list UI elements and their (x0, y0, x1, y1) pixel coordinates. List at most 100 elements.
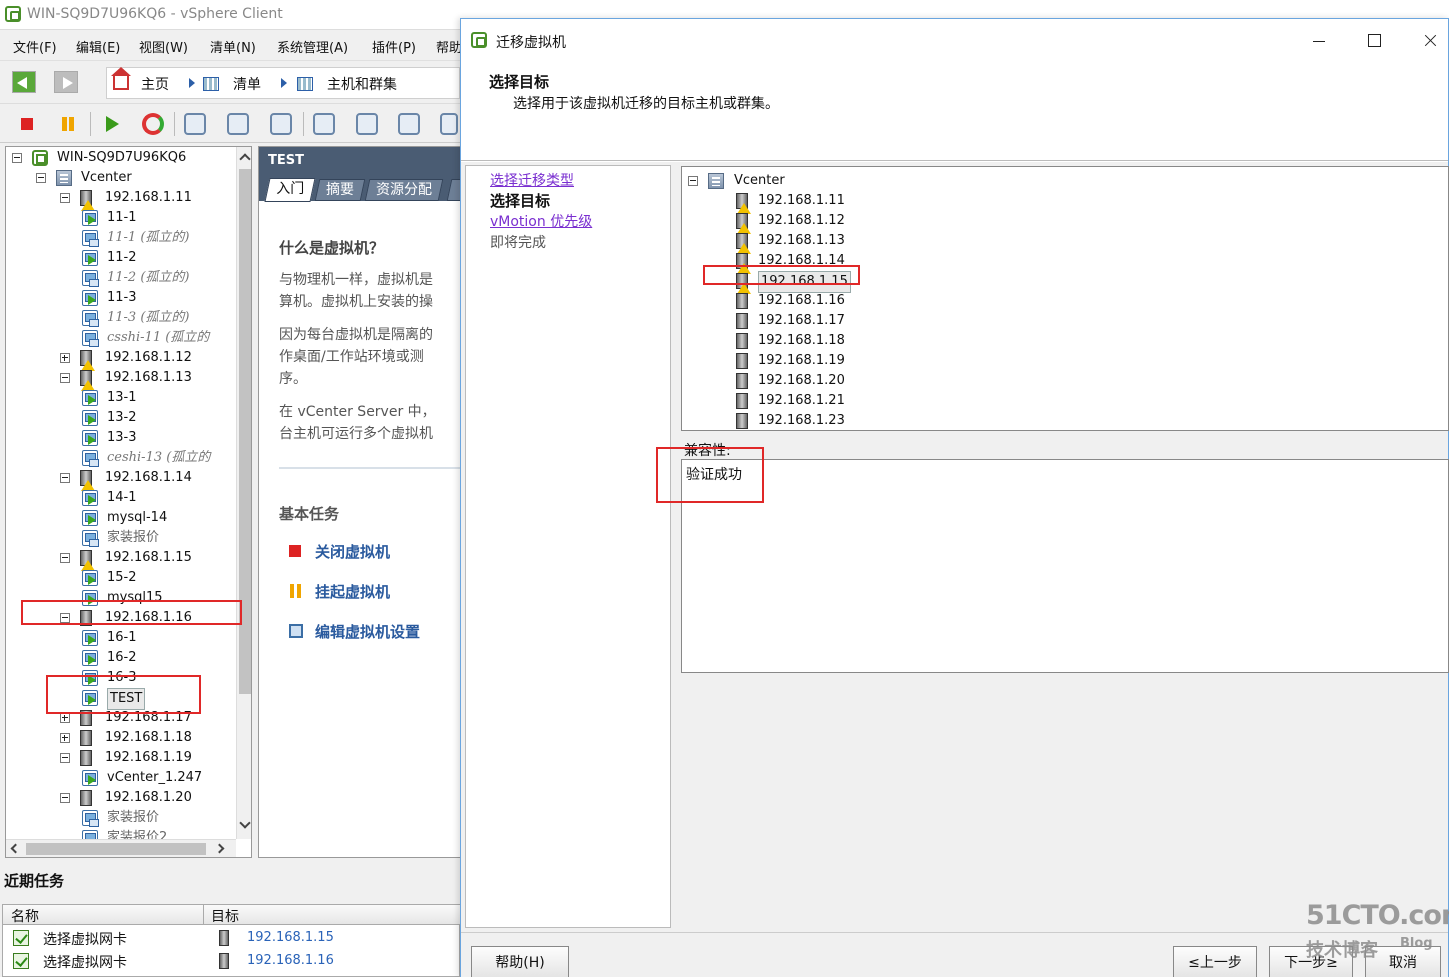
tree-node[interactable]: 家装报价 (6, 808, 234, 828)
more-icon[interactable] (440, 113, 458, 135)
tree-node-host[interactable]: 192.168.1.18 (682, 331, 1442, 351)
menu-edit[interactable]: 编辑(E) (76, 37, 120, 56)
expand-icon[interactable] (60, 733, 70, 743)
maximize-icon[interactable] (1351, 27, 1397, 55)
suspend-icon[interactable] (57, 113, 79, 135)
column-header-name[interactable]: 名称 (11, 906, 39, 926)
tree-node[interactable]: 16-2 (6, 648, 234, 668)
tree-node-host[interactable]: 192.168.1.23 (682, 411, 1442, 430)
column-header-target[interactable]: 目标 (211, 906, 239, 926)
tree-node[interactable]: 14-1 (6, 488, 234, 508)
tree-node[interactable]: 192.168.1.18 (6, 728, 234, 748)
tree-node[interactable]: 家装报价 (6, 528, 234, 548)
tab-summary[interactable]: 摘要 (314, 179, 366, 201)
tree-node[interactable]: Vcenter (6, 168, 234, 188)
close-icon[interactable] (1407, 27, 1449, 55)
tree-node[interactable]: 192.168.1.13 (6, 368, 234, 391)
table-row[interactable]: 选择虚拟网卡 192.168.1.16 (3, 950, 461, 972)
tree-node-datacenter[interactable]: Vcenter (682, 171, 1442, 191)
tree-node-host[interactable]: 192.168.1.13 (682, 231, 1442, 254)
menu-file[interactable]: 文件(F) (13, 37, 57, 56)
menu-administration[interactable]: 系统管理(A) (277, 37, 348, 56)
scroll-left-icon[interactable] (10, 843, 21, 854)
scroll-up-icon[interactable] (239, 153, 251, 165)
tree-vertical-scrollbar[interactable] (236, 147, 251, 839)
power-on-icon[interactable] (100, 113, 122, 135)
collapse-icon[interactable] (12, 153, 22, 163)
tree-node-host[interactable]: 192.168.1.12 (682, 211, 1442, 234)
tree-node-host[interactable]: 192.168.1.20 (682, 371, 1442, 391)
tree-node[interactable]: WIN-SQ9D7U96KQ6 (6, 148, 234, 168)
tree-node[interactable]: 11-2 (孤立的) (6, 268, 234, 288)
collapse-icon[interactable] (60, 473, 70, 483)
tree-node[interactable]: 13-1 (6, 388, 234, 408)
collapse-icon[interactable] (60, 753, 70, 763)
tree-node-host[interactable]: 192.168.1.19 (682, 351, 1442, 371)
tree-node[interactable]: 192.168.1.20 (6, 788, 234, 808)
tree-node[interactable]: 16-1 (6, 628, 234, 648)
tree-node-host[interactable]: 192.168.1.17 (682, 311, 1442, 331)
tree-node[interactable]: 192.168.1.15 (6, 548, 234, 571)
edit-settings-icon[interactable] (356, 113, 378, 135)
menu-view[interactable]: 视图(W) (139, 37, 188, 56)
menu-inventory[interactable]: 清单(N) (210, 37, 256, 56)
collapse-icon[interactable] (688, 176, 698, 186)
snapshot-manager-icon[interactable] (270, 113, 292, 135)
migrate-icon[interactable] (398, 113, 420, 135)
tab-resource-allocation[interactable]: 资源分配 (364, 179, 444, 201)
tree-node[interactable]: 192.168.1.11 (6, 188, 234, 211)
tree-node[interactable]: 11-3 (6, 288, 234, 308)
tree-node-host[interactable]: 192.168.1.21 (682, 391, 1442, 411)
tree-node[interactable]: 13-3 (6, 428, 234, 448)
snapshot-icon[interactable] (184, 113, 206, 135)
tree-node-host[interactable]: 192.168.1.11 (682, 191, 1442, 214)
tree-node[interactable]: 192.168.1.19 (6, 748, 234, 768)
step-vmotion-priority[interactable]: vMotion 优先级 (490, 211, 592, 231)
home-icon[interactable] (111, 67, 131, 90)
menu-plugins[interactable]: 插件(P) (372, 37, 416, 56)
tree-node[interactable]: csshi-11 (孤立的 (6, 328, 234, 348)
scroll-right-icon[interactable] (214, 843, 225, 854)
forward-arrow-icon[interactable] (54, 71, 78, 93)
tree-horizontal-scrollbar[interactable] (6, 839, 236, 857)
collapse-icon[interactable] (60, 553, 70, 563)
tree-node[interactable]: vCenter_1.247 (6, 768, 234, 788)
breadcrumb-inventory[interactable]: 清单 (233, 74, 261, 94)
expand-icon[interactable] (60, 353, 70, 363)
collapse-icon[interactable] (60, 193, 70, 203)
tree-node[interactable]: 13-2 (6, 408, 234, 428)
reset-icon[interactable] (142, 113, 164, 135)
collapse-icon[interactable] (60, 793, 70, 803)
tree-node[interactable]: mysql-14 (6, 508, 234, 528)
column-separator[interactable] (203, 905, 204, 925)
revert-snapshot-icon[interactable] (227, 113, 249, 135)
back-button[interactable]: ≤上一步 (1173, 946, 1257, 977)
tree-node[interactable]: ceshi-13 (孤立的 (6, 448, 234, 468)
breadcrumb-home[interactable]: 主页 (141, 74, 169, 94)
power-off-icon[interactable] (16, 113, 38, 135)
menu-help[interactable]: 帮助 (436, 37, 460, 56)
collapse-icon[interactable] (36, 173, 46, 183)
minimize-icon[interactable] (1296, 27, 1342, 55)
back-arrow-icon[interactable] (12, 71, 36, 93)
table-row[interactable]: 选择虚拟网卡 192.168.1.15 (3, 927, 461, 949)
console-icon[interactable] (313, 113, 335, 135)
help-button[interactable]: 帮助(H) (471, 946, 569, 977)
tab-getting-started[interactable]: 入门 (264, 178, 316, 202)
scroll-down-icon[interactable] (239, 817, 251, 829)
tree-node[interactable]: 192.168.1.14 (6, 468, 234, 491)
tree-node-host[interactable]: 192.168.1.16 (682, 291, 1442, 311)
tree-node[interactable]: 11-1 (孤立的) (6, 228, 234, 248)
expand-icon[interactable] (60, 713, 70, 723)
step-select-migration-type[interactable]: 选择迁移类型 (490, 170, 574, 190)
inventory-icon (203, 77, 219, 91)
tree-node[interactable]: 15-2 (6, 568, 234, 588)
scroll-thumb[interactable] (26, 843, 206, 855)
tree-node[interactable]: 11-2 (6, 248, 234, 268)
tab-more[interactable] (446, 179, 460, 201)
tree-node[interactable]: 11-1 (6, 208, 234, 228)
breadcrumb-hosts-clusters[interactable]: 主机和群集 (327, 74, 397, 94)
tree-node[interactable]: 192.168.1.12 (6, 348, 234, 371)
tree-node[interactable]: 11-3 (孤立的) (6, 308, 234, 328)
collapse-icon[interactable] (60, 373, 70, 383)
